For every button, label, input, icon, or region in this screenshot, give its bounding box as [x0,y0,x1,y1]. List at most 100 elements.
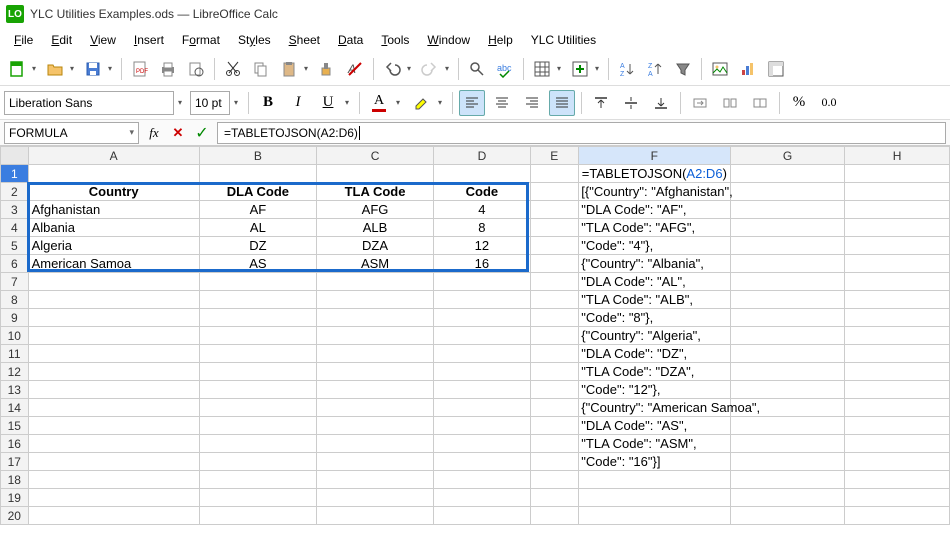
cell-D9[interactable] [434,309,531,327]
cell-F20[interactable] [578,507,730,525]
cell-B12[interactable] [199,363,316,381]
cell-C12[interactable] [316,363,433,381]
cell-D10[interactable] [434,327,531,345]
cut-button[interactable] [220,56,246,82]
cell-F14[interactable] [578,399,730,417]
cell-E19[interactable] [530,489,578,507]
cell-E14[interactable] [530,399,578,417]
cell-A10[interactable] [28,327,199,345]
insert-pivot-button[interactable] [763,56,789,82]
cell-C9[interactable] [316,309,433,327]
cell-G20[interactable] [730,507,844,525]
cell-E18[interactable] [530,471,578,489]
cell-F18[interactable] [578,471,730,489]
row-header-2[interactable]: 2 [1,183,29,201]
cell-F19[interactable] [578,489,730,507]
cell-C20[interactable] [316,507,433,525]
cell-E3[interactable] [530,201,578,219]
cell-G8[interactable] [730,291,844,309]
cell-B3[interactable]: AF [199,201,316,219]
insert-image-button[interactable] [707,56,733,82]
cell-H5[interactable] [845,237,950,255]
cell-B8[interactable] [199,291,316,309]
cell-A18[interactable] [28,471,199,489]
cell-F3[interactable] [578,201,730,219]
cell-A1[interactable] [28,165,199,183]
cell-E4[interactable] [530,219,578,237]
cell-A5[interactable]: Algeria [28,237,199,255]
row-header-16[interactable]: 16 [1,435,29,453]
cell-F8[interactable] [578,291,730,309]
cell-H1[interactable] [845,165,950,183]
cell-D12[interactable] [434,363,531,381]
cell-A20[interactable] [28,507,199,525]
cell-B10[interactable] [199,327,316,345]
save-button[interactable] [80,56,106,82]
menu-edit[interactable]: Edit [43,31,80,49]
cell-H10[interactable] [845,327,950,345]
cell-G11[interactable] [730,345,844,363]
cell-B17[interactable] [199,453,316,471]
cell-H3[interactable] [845,201,950,219]
cell-F10[interactable] [578,327,730,345]
save-dropdown-icon[interactable]: ▾ [108,64,116,73]
new-doc-button[interactable] [4,56,30,82]
cell-C15[interactable] [316,417,433,435]
menu-tools[interactable]: Tools [373,31,417,49]
cell-C2[interactable]: TLA Code [316,183,433,201]
cell-D18[interactable] [434,471,531,489]
select-all-corner[interactable] [1,147,29,165]
name-box-dropdown-icon[interactable]: ▾ [129,127,134,138]
cell-C1[interactable] [316,165,433,183]
cell-F9[interactable] [578,309,730,327]
cell-C16[interactable] [316,435,433,453]
cell-H2[interactable] [845,183,950,201]
underline-button[interactable]: U [315,90,341,116]
column-header-F[interactable]: F [578,147,730,165]
cell-D14[interactable] [434,399,531,417]
cell-A12[interactable] [28,363,199,381]
cell-A4[interactable]: Albania [28,219,199,237]
cell-H20[interactable] [845,507,950,525]
cell-G14[interactable] [730,399,844,417]
cell-E2[interactable] [530,183,578,201]
formula-input[interactable]: =TABLETOJSON(A2:D6) [217,122,946,144]
cell-D4[interactable]: 8 [434,219,531,237]
cell-E5[interactable] [530,237,578,255]
cell-F12[interactable] [578,363,730,381]
cell-G15[interactable] [730,417,844,435]
export-pdf-button[interactable]: PDF [127,56,153,82]
cell-D6[interactable]: 16 [434,255,531,273]
cell-H17[interactable] [845,453,950,471]
cell-G1[interactable] [730,165,844,183]
row-header-6[interactable]: 6 [1,255,29,273]
cancel-formula-button[interactable]: ✕ [167,122,189,144]
row-col-button[interactable] [529,56,555,82]
redo-dropdown-icon[interactable]: ▾ [445,64,453,73]
cell-G2[interactable] [730,183,844,201]
font-size-input[interactable] [190,91,230,115]
clone-formatting-button[interactable] [314,56,340,82]
cell-E17[interactable] [530,453,578,471]
cell-A8[interactable] [28,291,199,309]
underline-dropdown-icon[interactable]: ▾ [345,98,353,107]
cell-F2[interactable] [578,183,730,201]
cell-C10[interactable] [316,327,433,345]
column-header-H[interactable]: H [845,147,950,165]
cell-A7[interactable] [28,273,199,291]
font-name-dropdown-icon[interactable]: ▾ [178,98,186,107]
cell-D17[interactable] [434,453,531,471]
print-button[interactable] [155,56,181,82]
cell-B15[interactable] [199,417,316,435]
cell-D2[interactable]: Code [434,183,531,201]
row-header-11[interactable]: 11 [1,345,29,363]
cell-D3[interactable]: 4 [434,201,531,219]
font-size-dropdown-icon[interactable]: ▾ [234,98,242,107]
cell-F7[interactable] [578,273,730,291]
italic-button[interactable]: I [285,90,311,116]
cell-H16[interactable] [845,435,950,453]
menu-view[interactable]: View [82,31,124,49]
menu-insert[interactable]: Insert [126,31,172,49]
valign-bottom-button[interactable] [648,90,674,116]
row-header-1[interactable]: 1 [1,165,29,183]
